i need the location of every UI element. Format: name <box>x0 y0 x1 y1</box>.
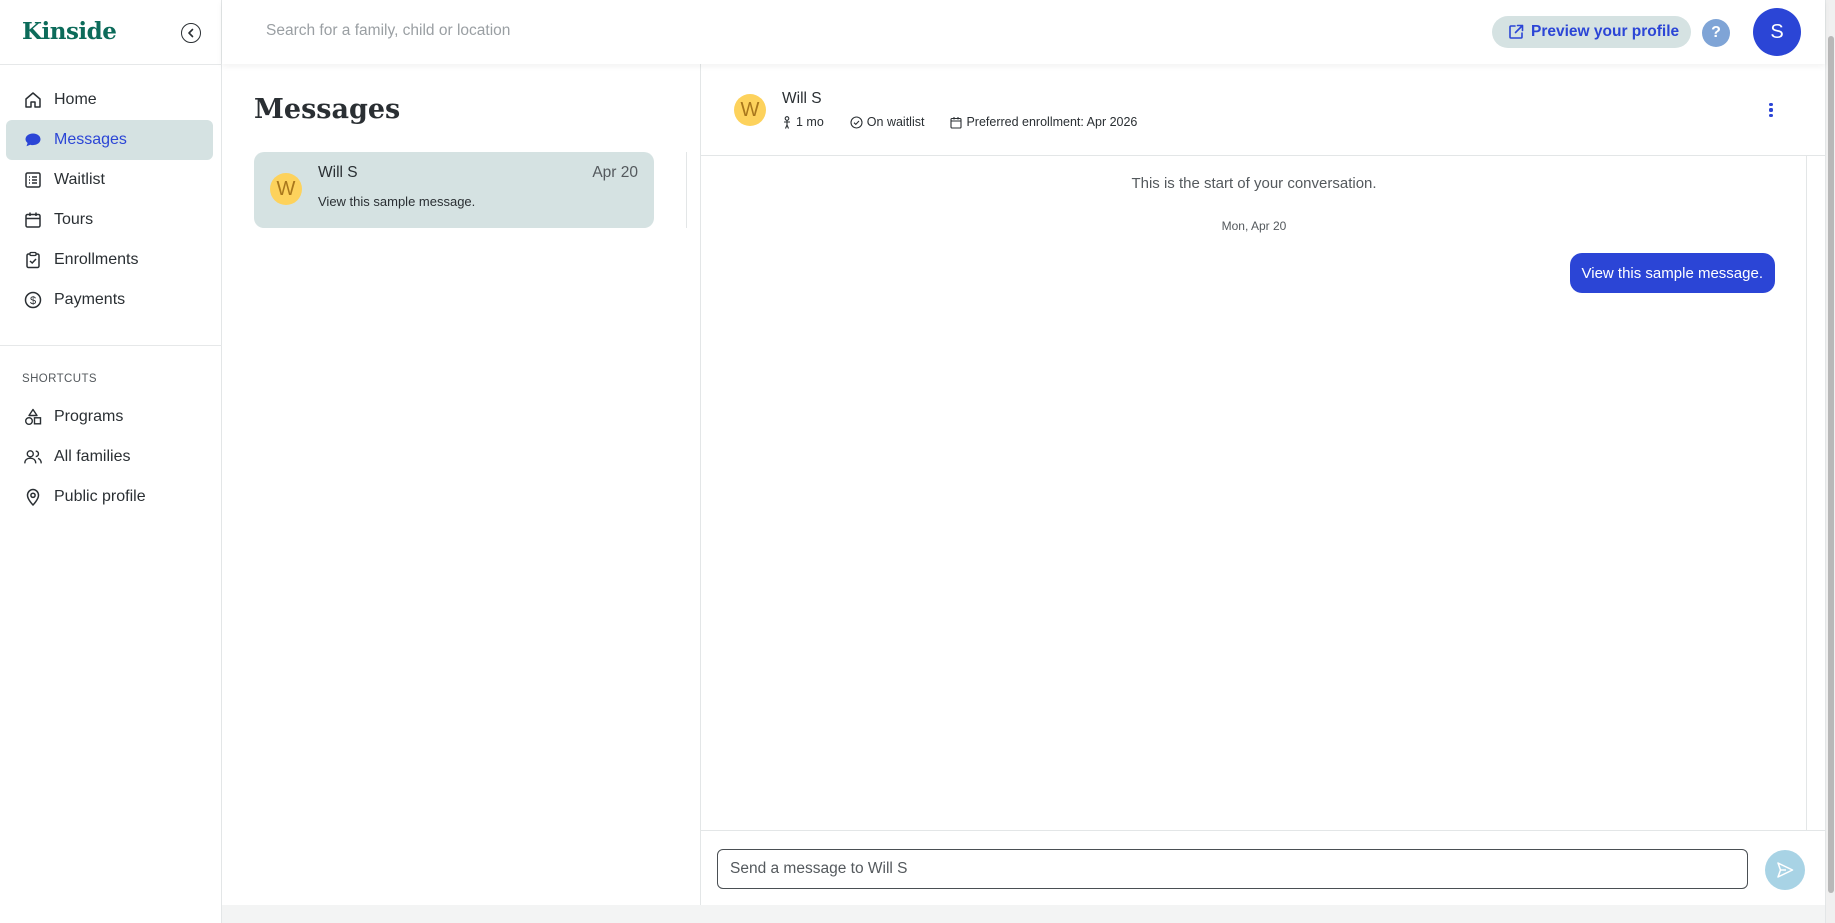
list-scrollbar[interactable] <box>686 152 687 228</box>
shortcuts-heading: SHORTCUTS <box>22 373 97 385</box>
top-bar: Preview your profile ? S <box>222 0 1825 64</box>
avatar: W <box>270 173 302 205</box>
chat-bubble-icon <box>23 130 43 150</box>
composer-area <box>701 830 1825 905</box>
conversation-preview: View this sample message. <box>318 194 476 209</box>
child-age-text: 1 mo <box>796 115 824 129</box>
user-avatar[interactable]: S <box>1753 8 1801 56</box>
sidebar-item-label: Messages <box>54 131 127 148</box>
kinside-logo[interactable]: Kinside <box>22 18 117 45</box>
send-button[interactable] <box>1765 850 1805 890</box>
sidebar-item-payments[interactable]: $ Payments <box>6 280 213 320</box>
clipboard-check-icon <box>23 250 43 270</box>
preview-profile-label: Preview your profile <box>1531 23 1680 40</box>
sidebar-item-waitlist[interactable]: Waitlist <box>6 160 213 200</box>
sidebar-item-label: Tours <box>54 211 94 228</box>
sidebar-item-label: Public profile <box>54 488 146 505</box>
preview-profile-button[interactable]: Preview your profile <box>1492 16 1691 48</box>
avatar: W <box>734 94 766 126</box>
svg-text:$: $ <box>30 295 36 307</box>
sidebar-item-tours[interactable]: Tours <box>6 200 213 240</box>
send-icon <box>1777 862 1794 878</box>
message-input[interactable] <box>717 849 1748 889</box>
collapse-sidebar-button[interactable] <box>181 23 201 43</box>
sidebar-item-label: Payments <box>54 291 126 308</box>
sidebar-item-public-profile[interactable]: Public profile <box>6 477 213 517</box>
more-options-button[interactable] <box>1761 98 1781 122</box>
day-separator: Mon, Apr 20 <box>1221 219 1287 233</box>
sidebar-item-label: Programs <box>54 408 124 425</box>
page-scrollbar[interactable] <box>1825 0 1835 923</box>
sidebar-item-all-families[interactable]: All families <box>6 437 213 477</box>
waitlist-status-text: On waitlist <box>866 115 925 129</box>
help-button[interactable]: ? <box>1702 19 1730 47</box>
check-circle-icon <box>850 115 863 129</box>
dollar-icon: $ <box>23 290 43 310</box>
child-icon <box>782 115 792 129</box>
sidebar-item-enrollments[interactable]: Enrollments <box>6 240 213 280</box>
sidebar-item-label: All families <box>54 448 131 465</box>
main-nav: Home Messages Waitlist Tours Enrollments <box>6 80 213 320</box>
map-pin-icon <box>23 487 43 507</box>
sidebar: Kinside Home Messages Waitlist Tours Enr… <box>0 0 222 923</box>
shapes-icon <box>23 407 43 427</box>
sidebar-item-messages[interactable]: Messages <box>6 120 213 160</box>
page-footer-gap <box>222 905 1825 923</box>
thread-contact-name[interactable]: Will S <box>782 90 822 108</box>
thread-meta: 1 mo On waitlist Preferred enrollment: A… <box>782 115 1163 129</box>
divider <box>0 64 222 65</box>
conversation-item[interactable]: W Will S Apr 20 View this sample message… <box>254 152 654 228</box>
conversation-start-text: This is the start of your conversation. <box>1131 175 1377 192</box>
child-age: 1 mo <box>782 115 824 129</box>
thread-header: W Will S 1 mo On waitlist Preferred enro… <box>701 64 1825 156</box>
sidebar-item-home[interactable]: Home <box>6 80 213 120</box>
kebab-dot <box>1769 108 1773 112</box>
external-link-icon <box>1507 23 1525 41</box>
kebab-dot <box>1769 113 1773 117</box>
sidebar-item-programs[interactable]: Programs <box>6 397 213 437</box>
calendar-icon <box>23 210 43 230</box>
sidebar-item-label: Home <box>54 91 97 108</box>
message-thread-panel: W Will S 1 mo On waitlist Preferred enro… <box>701 64 1825 905</box>
conversation-list-panel: Messages W Will S Apr 20 View this sampl… <box>222 64 701 905</box>
home-icon <box>23 90 43 110</box>
chevron-left-icon <box>188 28 194 38</box>
thread-messages: This is the start of your conversation. … <box>701 156 1807 830</box>
users-icon <box>23 447 43 467</box>
page-title: Messages <box>254 94 401 125</box>
sent-message-bubble: View this sample message. <box>1569 253 1775 293</box>
scrollbar-thumb[interactable] <box>1828 36 1834 893</box>
list-icon <box>23 170 43 190</box>
kebab-dot <box>1769 103 1773 107</box>
search-input[interactable] <box>266 20 866 42</box>
calendar-icon <box>950 116 963 129</box>
waitlist-status: On waitlist <box>850 115 925 129</box>
conversation-name: Will S <box>318 164 358 181</box>
sidebar-item-label: Enrollments <box>54 251 139 268</box>
preferred-enrollment-text: Preferred enrollment: Apr 2026 <box>966 115 1138 129</box>
sidebar-item-label: Waitlist <box>54 171 105 188</box>
divider <box>0 345 222 346</box>
preferred-enrollment: Preferred enrollment: Apr 2026 <box>950 115 1137 129</box>
conversation-date: Apr 20 <box>592 164 638 181</box>
shortcuts-nav: Programs All families Public profile <box>6 397 213 517</box>
